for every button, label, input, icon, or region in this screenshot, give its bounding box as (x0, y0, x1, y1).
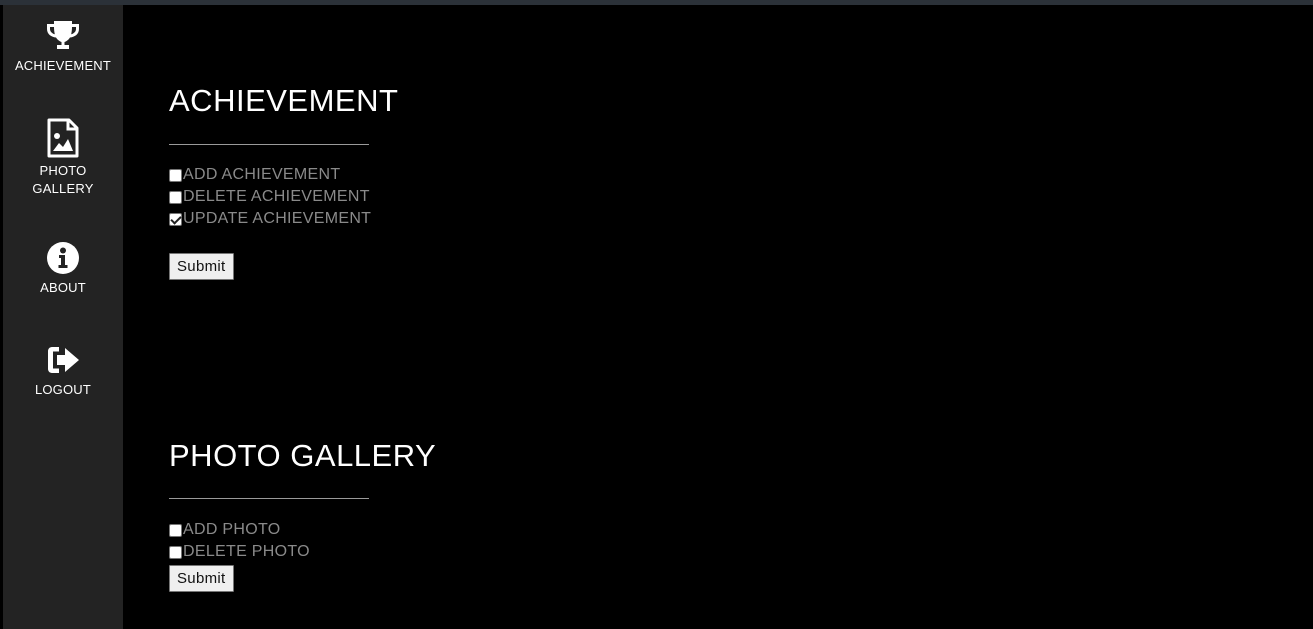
update-achievement-option[interactable]: UPDATE ACHIEVEMENT (169, 210, 371, 228)
sign-out-icon (48, 347, 79, 373)
sidebar-item-label-line1: PHOTO (39, 163, 87, 178)
photo-gallery-submit-button[interactable]: Submit (169, 565, 234, 592)
option-label: ADD PHOTO (183, 521, 281, 538)
sidebar-item-label-line2: GALLERY (32, 181, 94, 196)
option-label: DELETE PHOTO (183, 543, 310, 560)
sidebar-item-achievement[interactable]: ACHIEVEMENT (3, 19, 123, 75)
sidebar-item-label: LOGOUT (34, 382, 92, 397)
delete-achievement-checkbox[interactable] (169, 190, 182, 204)
trophy-icon (47, 21, 79, 49)
photo-gallery-title: PHOTO GALLERY (169, 438, 437, 473)
image-file-icon (47, 118, 79, 158)
main-content: ACHIEVEMENT ADD ACHIEVEMENT DELETE ACHIE… (123, 5, 1313, 629)
achievement-submit-button[interactable]: Submit (169, 253, 234, 280)
sidebar-item-label: PHOTO GALLERY (3, 162, 123, 198)
add-photo-checkbox[interactable] (169, 523, 182, 537)
option-label: DELETE ACHIEVEMENT (183, 188, 370, 205)
achievement-divider (169, 144, 369, 145)
option-label: ADD ACHIEVEMENT (183, 166, 341, 183)
info-circle-icon (47, 242, 79, 274)
achievement-title: ACHIEVEMENT (169, 83, 399, 118)
delete-photo-checkbox[interactable] (169, 545, 182, 559)
add-photo-option[interactable]: ADD PHOTO (169, 521, 281, 539)
add-achievement-checkbox[interactable] (169, 168, 182, 182)
delete-achievement-option[interactable]: DELETE ACHIEVEMENT (169, 188, 370, 206)
add-achievement-option[interactable]: ADD ACHIEVEMENT (169, 166, 340, 184)
photo-gallery-divider (169, 498, 369, 499)
sidebar-item-label: ACHIEVEMENT (14, 58, 112, 73)
update-achievement-checkbox[interactable] (169, 212, 182, 226)
sidebar-item-logout[interactable]: LOGOUT (3, 343, 123, 399)
sidebar: ACHIEVEMENT PHOTO GALLERY ABOUT LOGOUT (3, 5, 123, 629)
sidebar-item-label: ABOUT (40, 280, 86, 295)
sidebar-item-about[interactable]: ABOUT (3, 241, 123, 297)
option-label: UPDATE ACHIEVEMENT (183, 210, 372, 227)
sidebar-item-photo-gallery[interactable]: PHOTO GALLERY (3, 118, 123, 198)
delete-photo-option[interactable]: DELETE PHOTO (169, 543, 310, 561)
